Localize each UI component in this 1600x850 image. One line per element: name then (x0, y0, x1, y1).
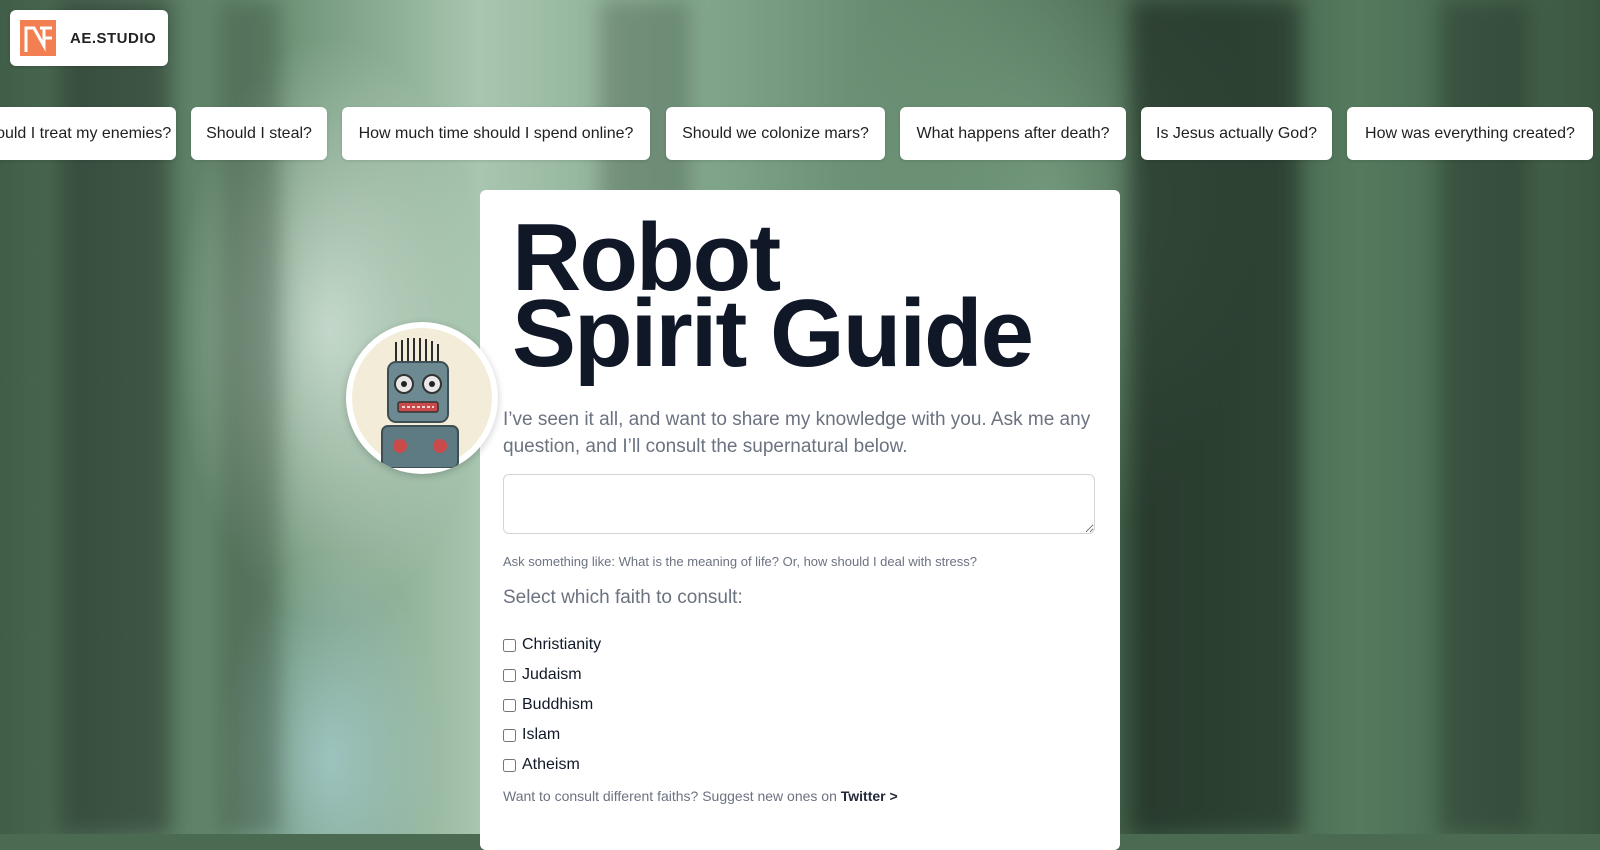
faith-label: Buddhism (522, 696, 594, 713)
faith-option-christianity[interactable]: Christianity (503, 630, 601, 660)
main-card: Robot Spirit Guide I’ve seen it all, and… (480, 190, 1120, 850)
faith-checkbox[interactable] (503, 668, 516, 682)
ae-studio-logo[interactable]: AE.STUDIO (10, 10, 168, 66)
faith-checkbox[interactable] (503, 638, 516, 652)
faith-list: Christianity Judaism Buddhism Islam Athe… (503, 630, 601, 780)
faith-option-judaism[interactable]: Judaism (503, 660, 601, 690)
chip-question[interactable]: Should I steal? (191, 107, 327, 160)
faith-checkbox[interactable] (503, 758, 516, 772)
faith-label: Christianity (522, 636, 602, 653)
faith-checkbox[interactable] (503, 728, 516, 742)
chip-question[interactable]: What happens after death? (900, 107, 1126, 160)
faith-label: Judaism (522, 666, 582, 683)
faith-option-atheism[interactable]: Atheism (503, 750, 601, 780)
chip-question[interactable]: How should I treat my enemies? (0, 107, 176, 160)
robot-icon (352, 328, 492, 468)
faith-section-title: Select which faith to consult: (503, 587, 743, 608)
robot-avatar (346, 322, 498, 474)
faith-option-buddhism[interactable]: Buddhism (503, 690, 601, 720)
faith-label: Islam (522, 726, 561, 743)
ae-studio-logo-icon (20, 20, 56, 56)
chip-question[interactable]: Should we colonize mars? (666, 107, 885, 160)
twitter-link[interactable]: Twitter > (841, 788, 898, 804)
page-title: Robot Spirit Guide (512, 210, 1034, 387)
question-input[interactable] (503, 474, 1095, 534)
faith-label: Atheism (522, 756, 580, 773)
faith-checkbox[interactable] (503, 698, 516, 712)
suggest-faiths-text: Want to consult different faiths? Sugges… (503, 788, 898, 804)
title-line-2: Spirit Guide (512, 280, 1034, 387)
suggest-text: Want to consult different faiths? Sugges… (503, 788, 841, 804)
faith-option-islam[interactable]: Islam (503, 720, 601, 750)
example-questions: How should I treat my enemies? Should I … (0, 107, 1600, 160)
chip-question[interactable]: Is Jesus actually God? (1141, 107, 1332, 160)
question-hint: Ask something like: What is the meaning … (503, 554, 978, 569)
chip-question[interactable]: How was everything created? (1347, 107, 1593, 160)
brand-name: AE.STUDIO (70, 29, 157, 47)
chip-question[interactable]: How much time should I spend online? (342, 107, 650, 160)
intro-text: I’ve seen it all, and want to share my k… (503, 409, 1091, 457)
